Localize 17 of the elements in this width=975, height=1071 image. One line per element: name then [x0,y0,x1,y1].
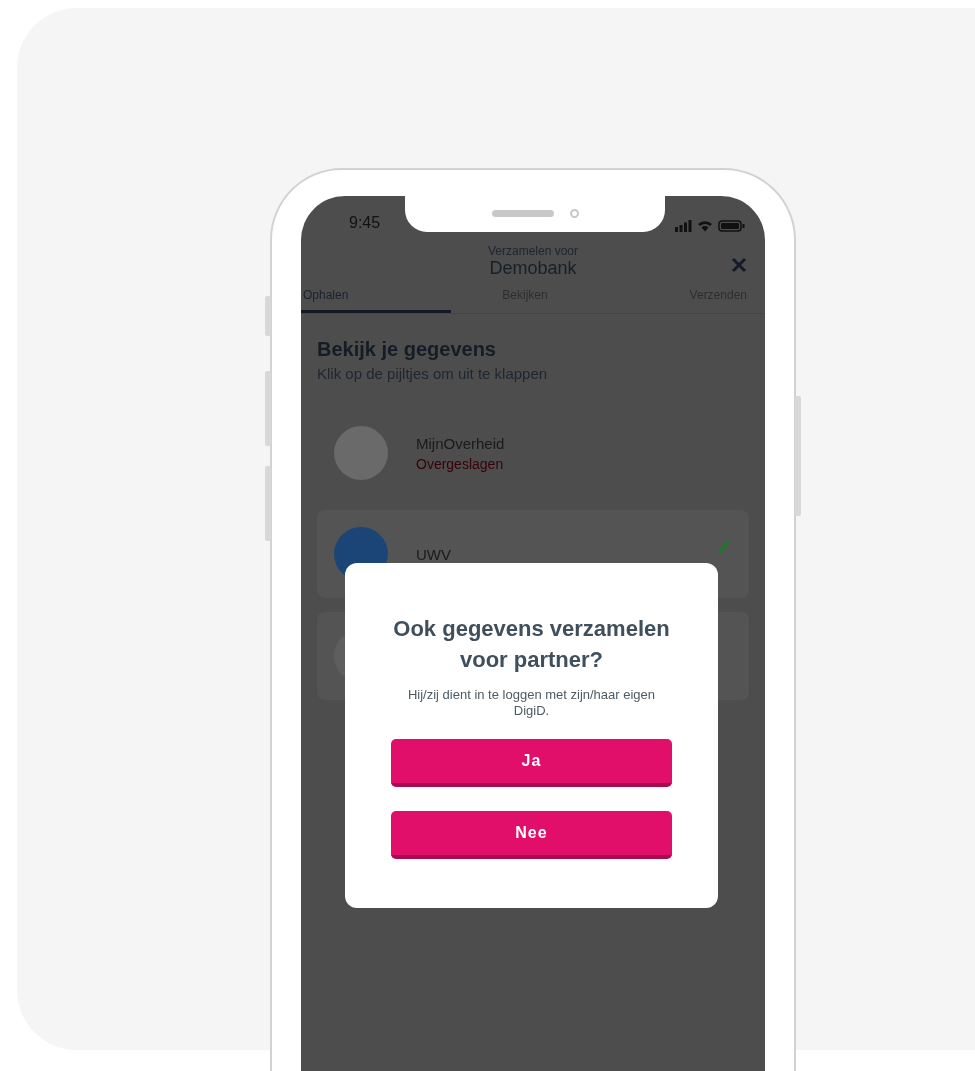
wifi-icon [697,220,713,232]
battery-icon [718,220,745,232]
dialog-button[interactable]: Ja [391,739,672,787]
dialog-message: Hij/zij dient in te loggen met zijn/haar eigen DigiD. [406,687,657,719]
dialog-button[interactable]: Nee [391,811,672,859]
check-icon [717,540,731,554]
source-status: Overgeslagen [416,455,504,472]
status-time: 9:45 [349,214,381,232]
speaker-grille [491,209,554,217]
signal-icon [675,220,692,232]
close-icon[interactable] [731,257,747,273]
page-title: Bekijk je gegevens [317,338,497,361]
source-name: UWV [416,545,451,563]
camera-lens [569,208,579,218]
header-title: Demobank [489,258,577,279]
dialog-title: Ook gegevens verzamelen voor partner? [392,615,671,674]
source-logo [334,426,388,480]
